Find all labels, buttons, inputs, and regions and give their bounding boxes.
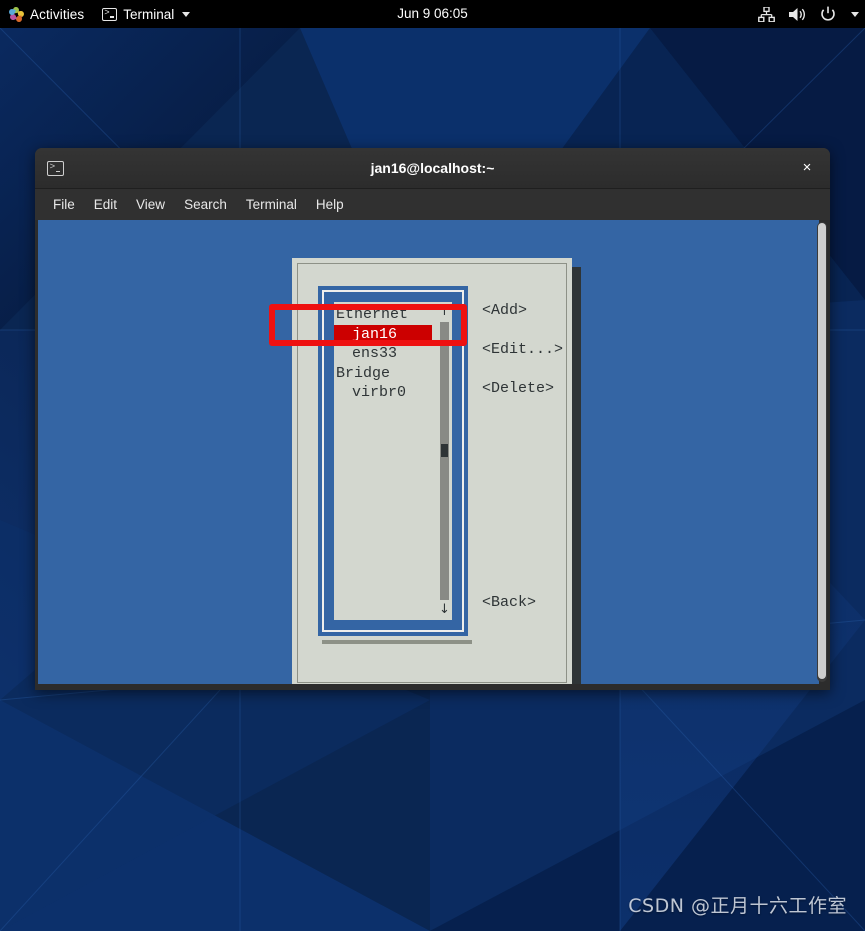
- list-item-jan16[interactable]: jan16: [334, 324, 432, 344]
- scrollbar-track[interactable]: [440, 322, 449, 600]
- volume-icon: [789, 7, 805, 21]
- terminal-titlebar[interactable]: jan16@localhost:~ ×: [35, 148, 830, 189]
- terminal-scrollbar[interactable]: [817, 222, 827, 682]
- close-icon[interactable]: ×: [798, 159, 816, 177]
- system-menu-chevron-down-icon[interactable]: [851, 11, 859, 17]
- back-button[interactable]: <Back>: [482, 594, 536, 611]
- app-menu-button[interactable]: Terminal: [93, 0, 199, 28]
- connection-list-rows: Ethernet jan16 ens33 Bridge virbr0: [334, 305, 436, 403]
- app-menu-label: Terminal: [123, 6, 175, 22]
- menu-search[interactable]: Search: [176, 193, 235, 216]
- menu-file[interactable]: File: [45, 193, 83, 216]
- add-button[interactable]: <Add>: [482, 302, 527, 319]
- chevron-down-icon: [182, 11, 191, 17]
- list-scrollbar[interactable]: ↑ ↓: [438, 304, 451, 618]
- list-item-bridge-group: Bridge: [336, 364, 391, 382]
- terminal-scrollbar-thumb[interactable]: [818, 223, 826, 679]
- connection-list-frame: Ethernet jan16 ens33 Bridge virbr0 ↑ ↓: [318, 286, 468, 636]
- menu-help[interactable]: Help: [308, 193, 352, 216]
- terminal-icon: [102, 7, 118, 21]
- connection-list[interactable]: Ethernet jan16 ens33 Bridge virbr0 ↑ ↓: [334, 302, 452, 620]
- gnome-top-bar: Activities Terminal Jun 9 06:05: [0, 0, 865, 28]
- top-bar-left: Activities Terminal: [0, 0, 199, 28]
- list-frame-shadow: [322, 640, 472, 644]
- scroll-down-arrow-icon[interactable]: ↓: [438, 602, 451, 618]
- screen: Activities Terminal Jun 9 06:05: [0, 0, 865, 931]
- terminal-menubar: File Edit View Search Terminal Help: [35, 189, 830, 221]
- edit-button[interactable]: <Edit...>: [482, 341, 563, 358]
- connection-list-frame-inner: Ethernet jan16 ens33 Bridge virbr0 ↑ ↓: [322, 290, 464, 632]
- dialog-panel: Ethernet jan16 ens33 Bridge virbr0 ↑ ↓ <…: [292, 258, 572, 684]
- terminal-body: Ethernet jan16 ens33 Bridge virbr0 ↑ ↓ <…: [35, 220, 830, 690]
- terminal-window: jan16@localhost:~ × File Edit View Searc…: [35, 148, 830, 690]
- list-item-ens33[interactable]: ens33: [334, 344, 436, 364]
- list-item-virbr0[interactable]: virbr0: [334, 383, 436, 403]
- network-wired-icon: [758, 6, 775, 22]
- power-icon: [821, 6, 835, 21]
- scroll-up-arrow-icon[interactable]: ↑: [438, 304, 451, 320]
- terminal-screen[interactable]: Ethernet jan16 ens33 Bridge virbr0 ↑ ↓ <…: [38, 220, 819, 684]
- terminal-title: jan16@localhost:~: [370, 160, 495, 176]
- delete-button[interactable]: <Delete>: [482, 380, 554, 397]
- system-status-area[interactable]: [758, 0, 859, 28]
- terminal-icon: [47, 159, 64, 176]
- menu-view[interactable]: View: [128, 193, 173, 216]
- activities-label: Activities: [30, 6, 85, 22]
- menu-terminal[interactable]: Terminal: [238, 193, 305, 216]
- gnome-activities-icon: [8, 6, 25, 22]
- list-item-ethernet-group: Ethernet: [336, 306, 409, 323]
- activities-button[interactable]: Activities: [0, 0, 93, 28]
- list-item-jan16-row[interactable]: jan16: [334, 324, 436, 344]
- menu-edit[interactable]: Edit: [86, 193, 125, 216]
- scrollbar-thumb[interactable]: [441, 444, 448, 457]
- nmtui-dialog: Ethernet jan16 ens33 Bridge virbr0 ↑ ↓ <…: [292, 258, 581, 684]
